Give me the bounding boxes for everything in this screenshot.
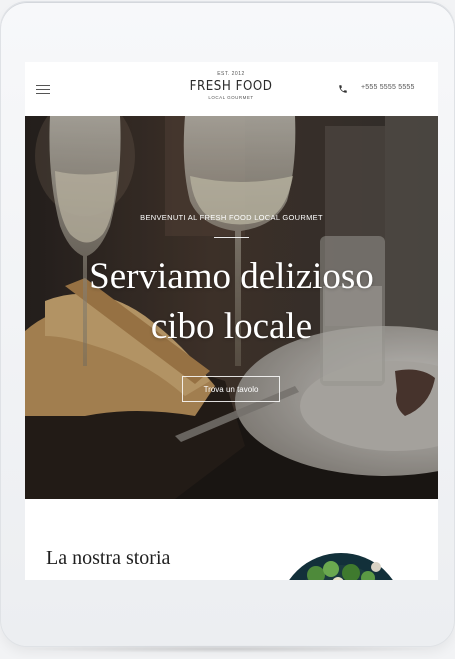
site-logo[interactable]: EST. 2012 FRESH FOOD LOCAL GOURMET (181, 71, 281, 102)
story-title: La nostra storia (46, 547, 171, 569)
story-section: La nostra storia (25, 499, 438, 580)
phone-icon (339, 85, 347, 93)
phone-number[interactable]: +555 5555 5555 (361, 84, 415, 91)
tablet-shadow (18, 645, 437, 653)
logo-main: FRESH FOOD (189, 78, 273, 94)
find-table-button[interactable]: Trova un tavolo (182, 376, 280, 402)
logo-est: EST. 2012 (217, 71, 245, 77)
logo-sub: LOCAL GOURMET (208, 95, 254, 100)
hero-eyebrow: BENVENUTI AL FRESH FOOD LOCAL GOURMET (140, 213, 323, 222)
site-header: EST. 2012 FRESH FOOD LOCAL GOURMET +555 … (25, 62, 438, 116)
hero-title-line1: Serviamo delizioso (89, 256, 374, 297)
hero-title-line2: cibo locale (150, 306, 313, 347)
hamburger-icon[interactable] (36, 85, 50, 95)
hero-title: Serviamo delizioso cibo locale (25, 252, 438, 352)
tablet-screen: EST. 2012 FRESH FOOD LOCAL GOURMET +555 … (25, 62, 438, 580)
salad-image (289, 553, 393, 580)
hero-section: BENVENUTI AL FRESH FOOD LOCAL GOURMET Se… (25, 116, 438, 499)
hero-divider (214, 237, 249, 238)
